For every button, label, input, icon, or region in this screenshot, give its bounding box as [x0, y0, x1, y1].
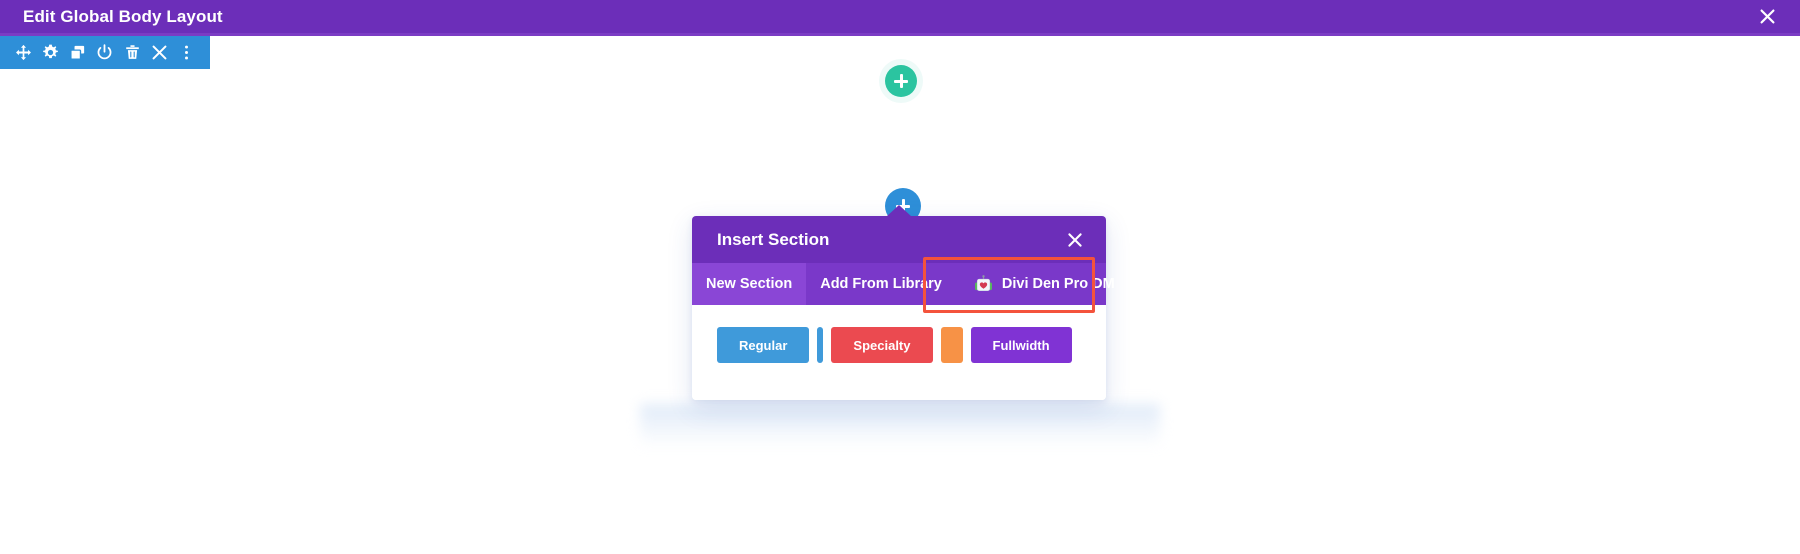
regular-section-button[interactable]: Regular	[717, 327, 810, 363]
section-layout-options: Regular Specialty Fullwidth	[717, 327, 1081, 363]
tab-add-from-library-label: Add From Library	[820, 276, 942, 292]
modal-pointer-arrow	[886, 205, 912, 217]
gear-icon[interactable]	[40, 42, 62, 64]
tab-new-section[interactable]: New Section	[692, 263, 807, 305]
move-handle-icon[interactable]	[13, 42, 35, 64]
close-icon	[1760, 9, 1774, 24]
duplicate-icon	[70, 45, 85, 60]
tab-add-from-library[interactable]: Add From Library	[806, 263, 956, 305]
modal-tab-bar: New Section Add From Library Divi Den Pr…	[692, 257, 1115, 313]
topbar-underline	[0, 33, 1800, 36]
specialty-section-sliver[interactable]	[940, 327, 963, 363]
tab-divi-den-pro-dm-label: Divi Den Pro DM	[1001, 276, 1115, 292]
regular-section-sliver[interactable]	[817, 327, 824, 363]
insert-section-modal: Insert Section New Section Add From Libr…	[692, 205, 1115, 400]
duplicate-icon[interactable]	[67, 42, 89, 64]
vertical-dots-icon	[184, 45, 188, 60]
gear-icon	[43, 44, 59, 59]
close-icon	[152, 45, 167, 60]
topbar-close-button[interactable]	[1754, 4, 1780, 30]
tab-new-section-label: New Section	[706, 276, 793, 292]
trash-icon	[125, 45, 139, 59]
power-toggle-icon	[98, 44, 112, 60]
add-section-top-button[interactable]	[885, 65, 917, 97]
specialty-section-button[interactable]: Specialty	[831, 327, 933, 363]
section-toolbar	[0, 36, 210, 69]
power-toggle-icon[interactable]	[94, 42, 116, 64]
modal-glow	[640, 404, 1160, 448]
plus-icon	[894, 74, 908, 88]
trash-icon[interactable]	[121, 42, 143, 64]
divi-den-logo-icon	[974, 274, 992, 291]
tab-divi-den-pro-dm[interactable]: Divi Den Pro DM	[956, 263, 1133, 305]
modal-body: Regular Specialty Fullwidth	[692, 305, 1106, 400]
close-icon	[1068, 232, 1082, 247]
modal-title: Insert Section	[717, 229, 830, 249]
vertical-dots-icon[interactable]	[175, 42, 197, 64]
modal-close-button[interactable]	[1064, 229, 1086, 251]
move-handle-icon	[16, 44, 32, 61]
fullwidth-section-button[interactable]: Fullwidth	[970, 327, 1072, 363]
toolbar-close-icon[interactable]	[148, 42, 170, 64]
page-title: Edit Global Body Layout	[23, 6, 223, 26]
global-layout-topbar: Edit Global Body Layout	[0, 0, 1800, 33]
modal-header: Insert Section	[692, 216, 1106, 263]
builder-canvas: Edit Global Body Layout Insert Section N…	[0, 0, 1800, 554]
